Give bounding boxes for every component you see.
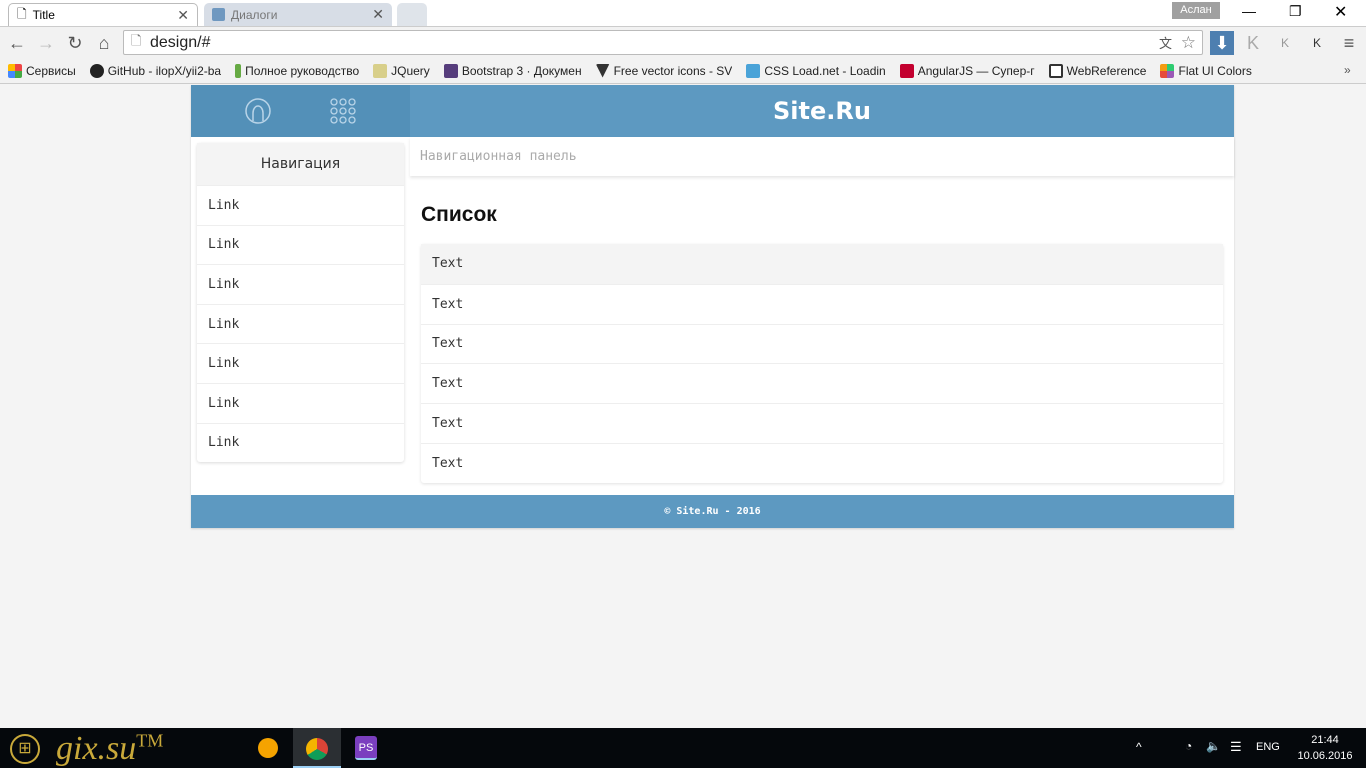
tab-dialogs[interactable]: Диалоги ✕ bbox=[204, 3, 392, 26]
bookmark[interactable]: AngularJS — Супер-г bbox=[899, 63, 1035, 78]
sidebar-link[interactable]: Link bbox=[197, 303, 404, 344]
address-bar[interactable]: 🗋 design/# 文 ☆ bbox=[123, 30, 1203, 55]
taskbar: ⊞ gix.suTM PS ^ ◔ 🔈 ☰ ENG 21:44 10.06.20… bbox=[0, 728, 1366, 768]
bookmark-label: CSS Load.net - Loadin bbox=[764, 63, 886, 78]
list-item[interactable]: Text bbox=[421, 283, 1223, 324]
k-extension-icon[interactable]: K bbox=[1273, 31, 1297, 55]
bookmark[interactable]: Bootstrap 3 · Докумен bbox=[443, 63, 582, 78]
new-tab-button[interactable] bbox=[397, 3, 427, 26]
bookmark-label: Полное руководство bbox=[245, 63, 360, 78]
user-icon[interactable] bbox=[244, 97, 272, 125]
menu-icon[interactable]: ≡ bbox=[1337, 31, 1361, 55]
chat-icon bbox=[212, 8, 225, 21]
back-icon[interactable]: ← bbox=[5, 31, 29, 55]
tray-up-icon[interactable]: ^ bbox=[1136, 740, 1142, 754]
notifications-icon[interactable]: ☰ bbox=[1230, 739, 1242, 755]
angular-icon bbox=[899, 63, 914, 78]
bookmark-label: GitHub - ilopX/yii2-ba bbox=[107, 63, 222, 78]
sidebar-nav: Навигация Link Link Link Link Link Link … bbox=[197, 143, 404, 462]
bookmark-label: Free vector icons - SV bbox=[613, 63, 733, 78]
minimize-button[interactable]: — bbox=[1242, 3, 1256, 19]
traffic-light-icon bbox=[235, 63, 242, 78]
tab-label: Title bbox=[32, 8, 55, 22]
item-list: Text Text Text Text Text Text bbox=[421, 244, 1223, 483]
page-icon: 🗋 bbox=[17, 6, 27, 21]
wifi-icon[interactable]: ◔ bbox=[1185, 739, 1192, 753]
k-extension-icon[interactable]: K bbox=[1305, 31, 1329, 55]
volume-icon[interactable]: 🔈 bbox=[1206, 739, 1221, 753]
sidebar-link[interactable]: Link bbox=[197, 382, 404, 423]
bookmark[interactable]: Flat UI Colors bbox=[1160, 63, 1252, 78]
bookmark[interactable]: GitHub - ilopX/yii2-ba bbox=[89, 63, 222, 78]
header-icons bbox=[191, 85, 410, 137]
aimp-icon[interactable] bbox=[258, 738, 278, 758]
tab-label: Диалоги bbox=[231, 7, 278, 22]
bookmark-label: AngularJS — Супер-г bbox=[917, 63, 1035, 78]
time: 21:44 bbox=[1311, 734, 1339, 746]
bookmark[interactable]: JQuery bbox=[373, 63, 430, 78]
apps-icon bbox=[8, 63, 22, 78]
list-item[interactable]: Text bbox=[421, 363, 1223, 403]
bookmark-label: Flat UI Colors bbox=[1178, 63, 1252, 78]
watermark-logo: gix.suTM bbox=[56, 730, 164, 767]
k-extension-icon[interactable]: K bbox=[1241, 31, 1265, 55]
windows-start-icon[interactable]: ⊞ bbox=[10, 734, 40, 764]
sidebar-title: Навигация bbox=[197, 143, 404, 185]
profile-badge[interactable]: Аслан bbox=[1172, 2, 1220, 19]
home-icon[interactable]: ⌂ bbox=[92, 31, 116, 55]
sidebar-link[interactable]: Link bbox=[197, 185, 404, 225]
sidebar-link[interactable]: Link bbox=[197, 264, 404, 304]
bootstrap-icon bbox=[443, 63, 458, 78]
list-item[interactable]: Text bbox=[421, 403, 1223, 443]
list-item[interactable]: Text bbox=[421, 442, 1223, 483]
close-window-button[interactable]: ✕ bbox=[1334, 2, 1347, 22]
site-container: Site.Ru Навигация Link Link Link Link Li… bbox=[191, 85, 1234, 528]
restore-button[interactable]: ❐ bbox=[1289, 3, 1302, 20]
bookmark-label: Сервисы bbox=[26, 63, 76, 78]
jquery-icon bbox=[373, 63, 388, 78]
tab-bar: 🗋 Title ✕ Диалоги ✕ Аслан — ❐ ✕ bbox=[0, 0, 1366, 26]
download-extension-icon[interactable]: ⬇ bbox=[1210, 31, 1234, 55]
bookmark-label: WebReference bbox=[1066, 63, 1147, 78]
bookmark[interactable]: Полное руководство bbox=[235, 63, 360, 78]
forward-icon[interactable]: → bbox=[34, 31, 58, 55]
chrome-taskbar-button[interactable] bbox=[293, 728, 341, 768]
flat-ui-icon bbox=[1160, 63, 1175, 78]
more-bookmarks-icon[interactable]: » bbox=[1344, 63, 1351, 77]
language-indicator[interactable]: ENG bbox=[1256, 741, 1280, 753]
sidebar-link[interactable]: Link bbox=[197, 422, 404, 463]
speech-bubble-icon bbox=[1048, 63, 1063, 78]
site-brand[interactable]: Site.Ru bbox=[410, 85, 1234, 137]
phpstorm-icon[interactable]: PS bbox=[355, 736, 377, 760]
page-icon: 🗋 bbox=[131, 32, 142, 48]
close-icon[interactable]: ✕ bbox=[372, 6, 384, 23]
star-icon[interactable]: ☆ bbox=[1181, 33, 1196, 53]
breadcrumb: Навигационная панель bbox=[410, 137, 1234, 176]
browser-toolbar: ← → ↻ ⌂ 🗋 design/# 文 ☆ ⬇ K K K ≡ bbox=[0, 26, 1366, 58]
bookmark[interactable]: Free vector icons - SV bbox=[595, 63, 733, 78]
footer: © Site.Ru - 2016 bbox=[191, 495, 1234, 528]
bookmark-label: JQuery bbox=[391, 63, 430, 78]
sidebar-link[interactable]: Link bbox=[197, 343, 404, 383]
page-title: Список bbox=[421, 203, 497, 226]
clock[interactable]: 21:44 10.06.2016 bbox=[1290, 732, 1360, 764]
vector-icon bbox=[595, 63, 610, 78]
url-text: design/# bbox=[150, 33, 211, 51]
close-icon[interactable]: ✕ bbox=[177, 7, 189, 24]
sidebar-link[interactable]: Link bbox=[197, 224, 404, 265]
reload-icon[interactable]: ↻ bbox=[63, 31, 87, 55]
bookmark-label: Bootstrap 3 · Докумен bbox=[461, 63, 582, 78]
bookmarks-bar: Сервисы GitHub - ilopX/yii2-ba Полное ру… bbox=[0, 58, 1366, 84]
list-item[interactable]: Text bbox=[421, 323, 1223, 364]
github-icon bbox=[89, 63, 104, 78]
tab-title[interactable]: 🗋 Title ✕ bbox=[8, 3, 198, 26]
bookmark[interactable]: WebReference bbox=[1048, 63, 1147, 78]
css-icon bbox=[746, 63, 761, 78]
apps-grid-icon[interactable] bbox=[329, 97, 357, 125]
translate-icon[interactable]: 文 bbox=[1159, 33, 1172, 52]
date: 10.06.2016 bbox=[1297, 750, 1353, 762]
bookmark[interactable]: CSS Load.net - Loadin bbox=[746, 63, 886, 78]
list-item[interactable]: Text bbox=[421, 244, 1223, 284]
bookmark[interactable]: Сервисы bbox=[8, 63, 76, 78]
